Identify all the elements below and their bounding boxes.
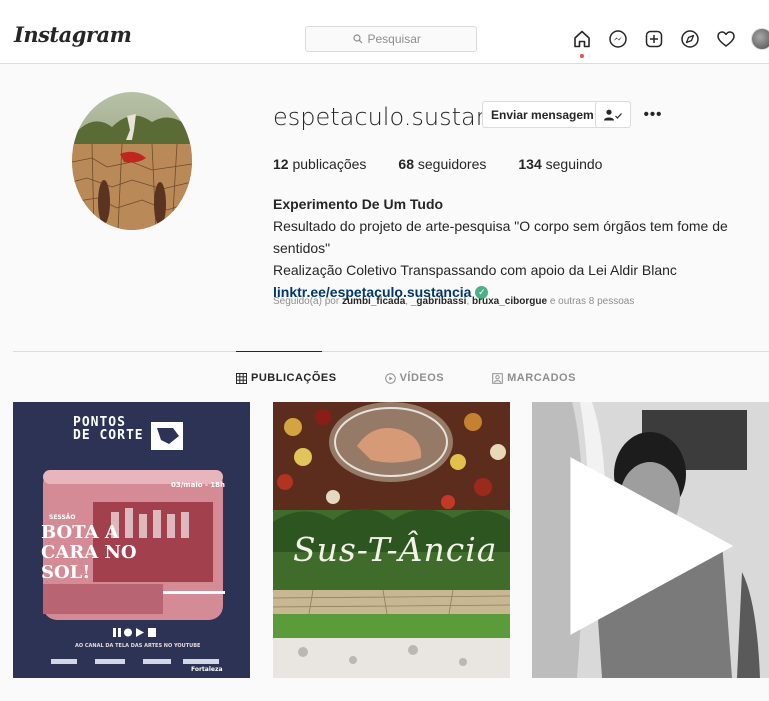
play-circle-icon [384, 372, 396, 384]
post-sponsor: Fortaleza [191, 666, 223, 673]
post-footer: AO CANAL DA TELA DAS ARTES NO YOUTUBE [75, 643, 201, 649]
tab-publicacoes[interactable]: PUBLICAÇÕES [236, 372, 337, 384]
follower-link[interactable]: zumbi_ficada [342, 296, 405, 307]
following-button[interactable] [595, 101, 631, 128]
post-session-label: SESSÃO [49, 514, 76, 521]
more-options-button[interactable]: ••• [640, 101, 666, 128]
profile-picture[interactable] [72, 92, 192, 230]
nav-icons [571, 28, 769, 58]
bio-line: Resultado do projeto de arte-pesquisa "O… [273, 218, 728, 256]
new-post-icon[interactable] [643, 28, 665, 50]
person-check-icon [604, 109, 622, 120]
top-navbar: Instagram [0, 0, 769, 64]
tabs-divider [13, 351, 769, 352]
followers-count[interactable]: 68 seguidores [398, 156, 486, 172]
explore-icon[interactable] [679, 28, 701, 50]
post-thumbnail[interactable]: Sus-T-Ância [273, 402, 510, 678]
post-title: PONTOS DE CORTE [73, 415, 144, 443]
instagram-logo[interactable]: Instagram [14, 22, 132, 47]
messenger-icon[interactable] [607, 28, 629, 50]
send-message-button[interactable]: Enviar mensagem [482, 101, 603, 128]
post-title: Sus-T-Ância [293, 530, 498, 569]
post-thumbnail[interactable] [532, 402, 769, 678]
activity-heart-icon[interactable] [715, 28, 737, 50]
profile-tabs: PUBLICAÇÕES VÍDEOS MARCADOS [236, 372, 576, 384]
notification-dot [580, 54, 584, 58]
video-badge-icon [570, 457, 734, 635]
post-date: 03/maio - 18h [171, 481, 226, 489]
search-input[interactable] [367, 32, 430, 46]
grid-icon [236, 372, 247, 384]
profile-avatar[interactable] [751, 28, 769, 50]
follower-link[interactable]: bruxa_ciborgue [472, 296, 547, 307]
active-tab-indicator [236, 351, 322, 352]
following-count[interactable]: 134 seguindo [518, 156, 602, 172]
tab-marcados[interactable]: MARCADOS [492, 372, 576, 384]
avatar [751, 28, 769, 50]
profile-full-name: Experimento De Um Tudo [273, 196, 444, 212]
bio-line: Realização Coletivo Transpassando com ap… [273, 262, 677, 278]
search-icon [352, 34, 362, 44]
tab-videos[interactable]: VÍDEOS [384, 372, 445, 384]
search-box[interactable] [305, 26, 477, 52]
post-thumbnail[interactable]: PONTOS DE CORTE 03/maio - 18h SESSÃO BOTA… [13, 402, 250, 678]
profile-stats: 12 publicações 68 seguidores 134 seguind… [273, 156, 602, 172]
post-headline: BOTA A CARA NO SOL! [41, 522, 137, 583]
tag-person-icon [492, 372, 503, 384]
posts-count: 12 publicações [273, 156, 367, 172]
followed-by[interactable]: Seguido(a) por zumbi_ficada, _gabribassi… [273, 296, 634, 307]
profile-bio: Experimento De Um Tudo Resultado do proj… [273, 193, 769, 303]
home-icon[interactable] [571, 28, 593, 58]
follower-link[interactable]: _gabribassi [411, 296, 467, 307]
